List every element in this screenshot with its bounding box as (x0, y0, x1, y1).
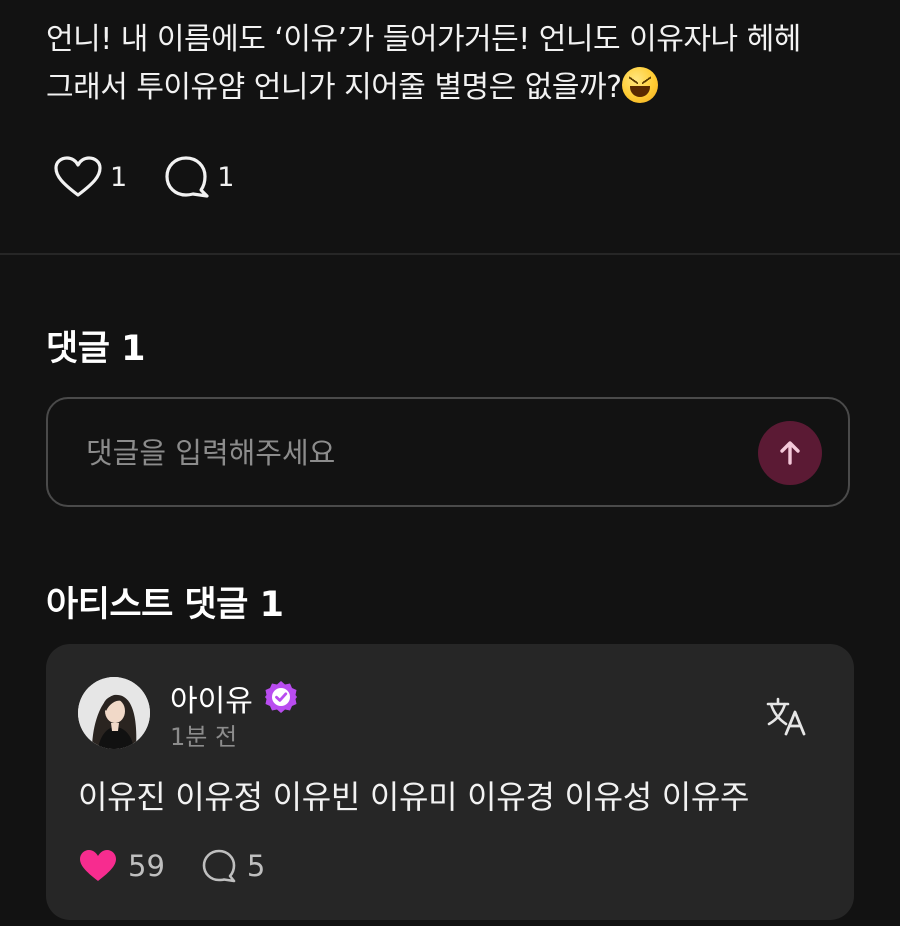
artist-comment-card: 아이유 1분 전 이유진 이유정 이유빈 이유미 이유경 이유성 이유주 59 … (46, 644, 854, 920)
comments-title: 댓글 1 (46, 329, 145, 369)
post-comment-count: 1 (217, 161, 235, 193)
post-like-count: 1 (110, 161, 128, 193)
artist-comment-actions: 59 5 (78, 844, 265, 888)
post-text: 언니! 내 이름에도 ‘이유’가 들어가거든! 언니도 이유자나 헤헤 그래서 … (46, 16, 876, 112)
post-text-line-2-text: 그래서 투이유얌 언니가 지어줄 별명은 없을까? (46, 70, 622, 105)
artist-comment-text: 이유진 이유정 이유빈 이유미 이유경 이유성 이유주 (78, 778, 750, 816)
artist-avatar-image (78, 677, 150, 749)
comment-input-box (46, 397, 850, 507)
send-comment-button[interactable] (758, 421, 822, 485)
arrow-up-icon (780, 441, 800, 465)
verified-badge-icon (265, 681, 297, 713)
comment-input[interactable] (84, 429, 728, 477)
translate-button[interactable] (766, 696, 808, 736)
post-text-line-1: 언니! 내 이름에도 ‘이유’가 들어가거든! 언니도 이유자나 헤헤 (46, 22, 801, 57)
comment-bubble-icon (202, 849, 236, 883)
artist-comments-title: 아티스트 댓글 1 (46, 585, 284, 625)
post-actions: 1 1 (52, 152, 234, 202)
artist-comment-like-button[interactable]: 59 (78, 848, 165, 884)
comment-timestamp: 1분 전 (170, 723, 238, 751)
post-comment-button[interactable]: 1 (163, 154, 234, 200)
post-like-button[interactable]: 1 (52, 154, 127, 200)
heart-filled-icon (80, 850, 116, 881)
avatar[interactable] (78, 677, 150, 749)
comment-bubble-icon (165, 156, 209, 198)
artist-comment-reply-count: 5 (246, 849, 266, 883)
grinning-squinting-face-emoji-icon (621, 67, 658, 103)
heart-outline-icon (54, 156, 102, 197)
post-text-line-2: 그래서 투이유얌 언니가 지어줄 별명은 없을까? (46, 64, 876, 112)
comment-author-name[interactable]: 아이유 (170, 676, 253, 720)
artist-comment-reply-button[interactable]: 5 (201, 848, 265, 884)
artist-comment-like-count: 59 (128, 849, 165, 883)
translate-icon (766, 697, 806, 736)
section-divider (0, 253, 900, 255)
